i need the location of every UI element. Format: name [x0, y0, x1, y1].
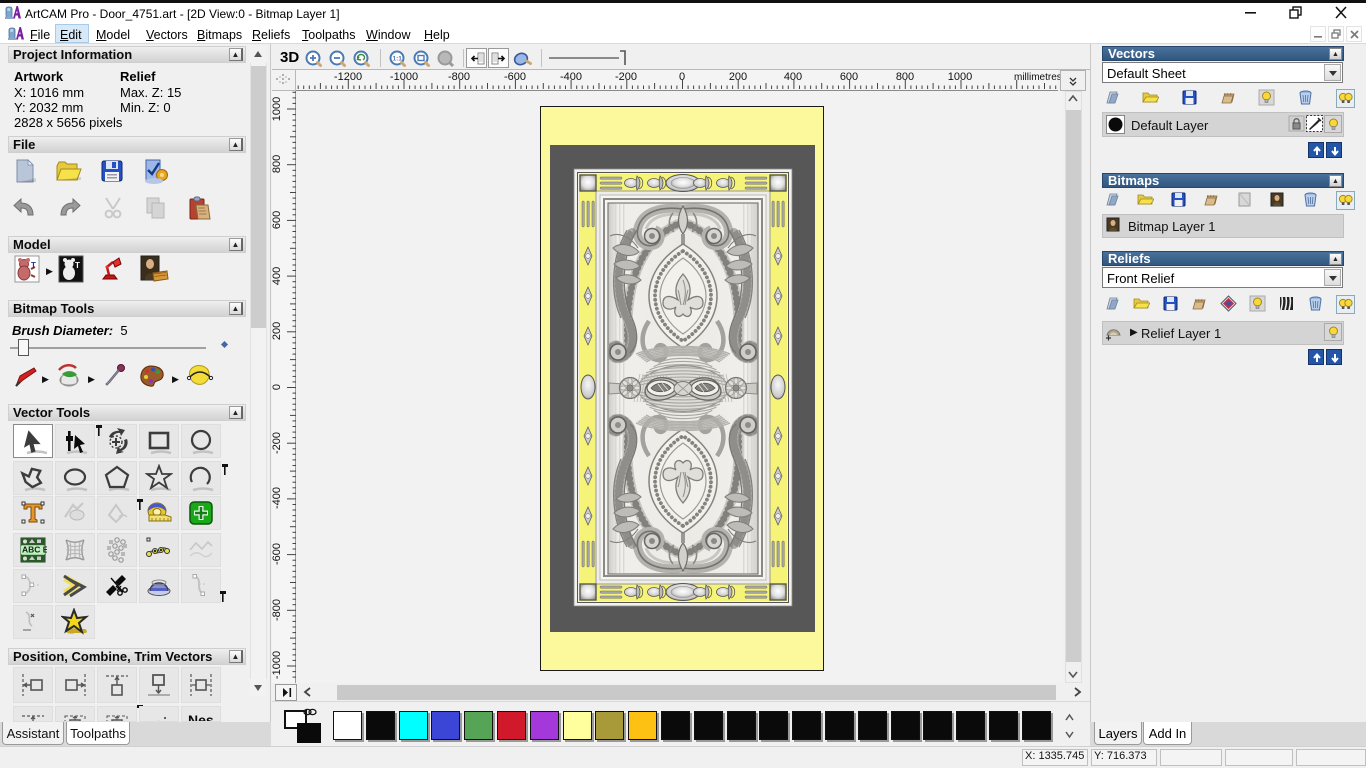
svg-text:600: 600 — [272, 211, 283, 229]
svg-text:400: 400 — [784, 71, 802, 83]
svg-text:-400: -400 — [560, 71, 582, 83]
svg-text:-800: -800 — [448, 71, 470, 83]
svg-text:Nes: Nes — [188, 712, 214, 722]
svg-text:T: T — [75, 261, 80, 270]
svg-text:T: T — [31, 261, 36, 270]
svg-text:0: 0 — [679, 71, 685, 83]
svg-text:1000: 1000 — [948, 71, 972, 83]
svg-text:600: 600 — [840, 71, 858, 83]
svg-text:0: 0 — [272, 384, 283, 390]
svg-text:1000: 1000 — [272, 97, 283, 121]
svg-text:-1200: -1200 — [334, 71, 362, 83]
svg-text:-800: -800 — [272, 599, 283, 621]
svg-text:800: 800 — [272, 155, 283, 173]
svg-text:200: 200 — [729, 71, 747, 83]
svg-text:400: 400 — [272, 267, 283, 285]
svg-text:-200: -200 — [272, 432, 283, 454]
svg-text:800: 800 — [896, 71, 914, 83]
svg-text:-1000: -1000 — [272, 651, 283, 679]
svg-text:-400: -400 — [272, 487, 283, 509]
svg-text:200: 200 — [272, 322, 283, 340]
svg-text:-600: -600 — [504, 71, 526, 83]
svg-text:-200: -200 — [615, 71, 637, 83]
svg-text:ABC E: ABC E — [22, 545, 47, 555]
svg-text:-1000: -1000 — [390, 71, 418, 83]
svg-text:-600: -600 — [272, 543, 283, 565]
